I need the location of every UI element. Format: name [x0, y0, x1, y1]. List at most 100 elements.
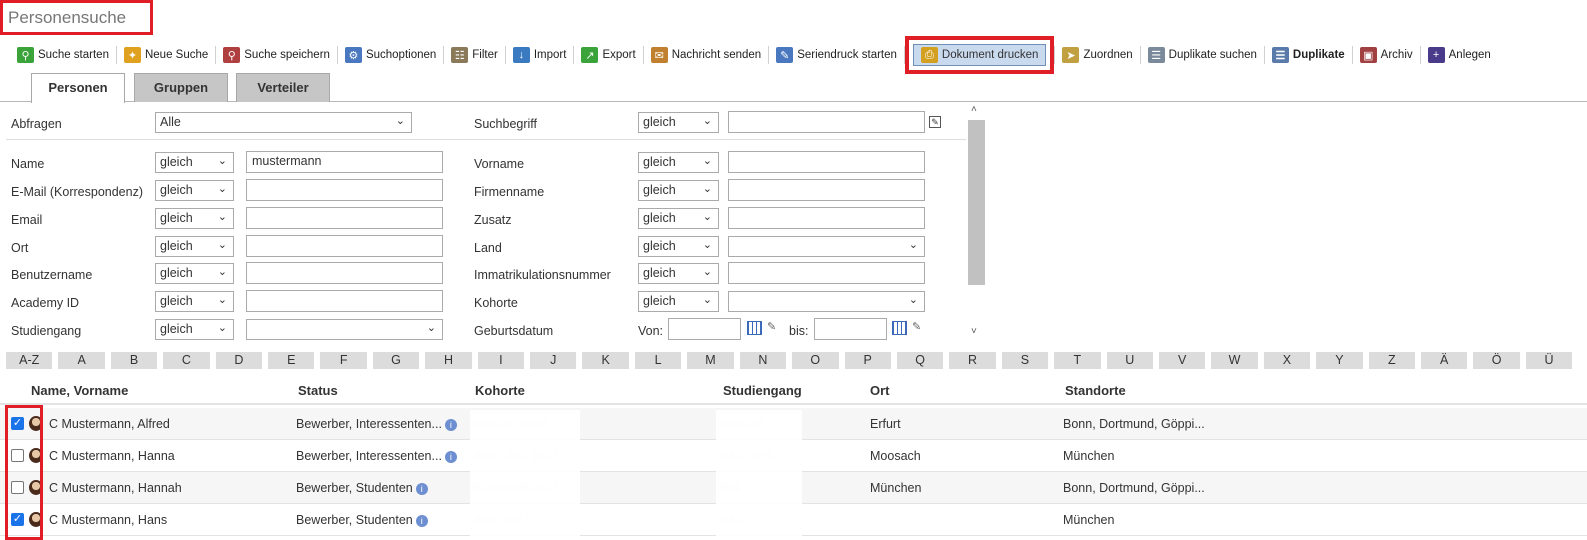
studiengang-operator-select[interactable]: gleich ⌄ [155, 319, 234, 340]
row-checkbox[interactable] [11, 449, 24, 462]
tab-verteiler[interactable]: Verteiler [236, 73, 330, 102]
alphabet-letter[interactable]: U [1106, 352, 1153, 369]
alphabet-letter[interactable]: Z [1368, 352, 1415, 369]
cell-name[interactable]: C Mustermann, Alfred [49, 417, 170, 431]
name-operator-select[interactable]: gleich ⌄ [155, 152, 234, 173]
geburtsdatum-to-input[interactable] [814, 318, 887, 340]
import-button[interactable]: ↓ Import [506, 44, 574, 66]
alphabet-letter[interactable]: H [425, 352, 472, 369]
abfragen-select[interactable]: Alle ⌄ [155, 112, 412, 133]
col-header-standorte[interactable]: Standorte [1065, 383, 1126, 398]
kohorte-operator-select[interactable]: gleich ⌄ [638, 291, 719, 312]
anlegen-button[interactable]: + Anlegen [1421, 44, 1498, 66]
ort-input[interactable] [246, 235, 443, 257]
alphabet-letter[interactable]: B [110, 352, 158, 369]
eraser-icon[interactable]: ✎ [912, 320, 921, 333]
benutzername-operator-select[interactable]: gleich ⌄ [155, 263, 234, 284]
kohorte-value-select[interactable]: ⌄ [728, 291, 925, 312]
suchbegriff-input[interactable] [728, 111, 925, 133]
immatrikulationsnummer-input[interactable] [728, 262, 925, 284]
alphabet-letter[interactable]: R [949, 352, 996, 369]
cell-name[interactable]: C Mustermann, Hanna [49, 449, 175, 463]
alphabet-letter[interactable]: N [739, 352, 787, 369]
zusatz-input[interactable] [728, 207, 925, 229]
geburtsdatum-from-input[interactable] [668, 318, 741, 340]
alphabet-letter[interactable]: L [634, 352, 682, 369]
suchoptionen-button[interactable]: ⚙ Suchoptionen [338, 44, 443, 66]
zusatz-operator-select[interactable]: gleich ⌄ [638, 208, 719, 229]
alphabet-letter[interactable]: A [58, 352, 105, 369]
duplikate-button[interactable]: ☰ Duplikate [1265, 44, 1352, 66]
e-mail-korrespondenz-input[interactable] [246, 179, 443, 201]
suche-starten-button[interactable]: ⚲ Suche starten [10, 44, 116, 66]
scroll-up-icon[interactable]: ˄ [971, 104, 977, 115]
email-operator-select[interactable]: gleich ⌄ [155, 208, 234, 229]
alphabet-letter[interactable]: Y [1316, 352, 1363, 369]
ort-operator-select[interactable]: gleich ⌄ [155, 236, 234, 257]
name-input[interactable]: mustermann [246, 151, 443, 173]
vorname-input[interactable] [728, 151, 925, 173]
firmenname-input[interactable] [728, 179, 925, 201]
alphabet-letter[interactable]: I [477, 352, 525, 369]
studiengang-value-select[interactable]: ⌄ [246, 319, 443, 340]
col-header-kohorte[interactable]: Kohorte [475, 383, 525, 398]
scroll-down-icon[interactable]: ˅ [971, 326, 977, 337]
info-icon[interactable]: i [444, 450, 457, 463]
alphabet-letter[interactable]: P [844, 352, 891, 369]
cell-name[interactable]: C Mustermann, Hans [49, 513, 167, 527]
neue-suche-button[interactable]: ✦ Neue Suche [117, 44, 215, 66]
row-checkbox[interactable] [11, 481, 24, 494]
alphabet-letter[interactable]: A-Z [6, 352, 53, 369]
alphabet-letter[interactable]: T [1054, 352, 1101, 369]
col-header-studiengang[interactable]: Studiengang [723, 383, 802, 398]
nachricht-senden-button[interactable]: ✉ Nachricht senden [644, 44, 769, 66]
alphabet-letter[interactable]: X [1263, 352, 1311, 369]
row-checkbox[interactable]: ✓ [11, 417, 24, 430]
export-button[interactable]: ↗ Export [574, 44, 642, 66]
academy-id-operator-select[interactable]: gleich ⌄ [155, 291, 234, 312]
col-header-status[interactable]: Status [298, 383, 338, 398]
alphabet-letter[interactable]: S [1001, 352, 1049, 369]
seriendruck-starten-button[interactable]: ✎ Seriendruck starten [769, 44, 904, 66]
calendar-icon[interactable] [892, 321, 907, 335]
eraser-icon[interactable]: ✎ [767, 320, 776, 333]
alphabet-letter[interactable]: K [582, 352, 629, 369]
col-header-ort[interactable]: Ort [870, 383, 890, 398]
alphabet-letter[interactable]: Ö [1473, 352, 1520, 369]
info-icon[interactable]: i [415, 482, 428, 495]
cell-name[interactable]: C Mustermann, Hannah [49, 481, 182, 495]
vorname-operator-select[interactable]: gleich ⌄ [638, 152, 719, 173]
alphabet-letter[interactable]: Ä [1420, 352, 1468, 369]
calendar-icon[interactable] [747, 321, 762, 335]
edit-search-term-icon[interactable]: ✎ [929, 116, 941, 128]
zuordnen-button[interactable]: ➤ Zuordnen [1055, 44, 1139, 66]
alphabet-letter[interactable]: V [1158, 352, 1206, 369]
alphabet-letter[interactable]: E [268, 352, 315, 369]
land-value-select[interactable]: ⌄ [728, 236, 925, 257]
academy-id-input[interactable] [246, 290, 443, 312]
alphabet-letter[interactable]: O [792, 352, 839, 369]
firmenname-operator-select[interactable]: gleich ⌄ [638, 180, 719, 201]
info-icon[interactable]: i [444, 418, 457, 431]
dokument-drucken-button[interactable]: ⎙ Dokument drucken [904, 36, 1055, 74]
immatrikulationsnummer-operator-select[interactable]: gleich ⌄ [638, 263, 719, 284]
land-operator-select[interactable]: gleich ⌄ [638, 236, 719, 257]
row-checkbox[interactable]: ✓ [11, 513, 24, 526]
filter-button[interactable]: ☷ Filter [444, 44, 505, 66]
col-header-name[interactable]: Name, Vorname [31, 383, 128, 398]
alphabet-letter[interactable]: G [372, 352, 420, 369]
archiv-button[interactable]: ▣ Archiv [1353, 44, 1420, 66]
email-input[interactable] [246, 207, 443, 229]
tab-gruppen[interactable]: Gruppen [134, 73, 228, 102]
tab-personen[interactable]: Personen [31, 73, 125, 103]
e-mail-korrespondenz-operator-select[interactable]: gleich ⌄ [155, 180, 234, 201]
alphabet-letter[interactable]: W [1211, 352, 1258, 369]
alphabet-letter[interactable]: M [687, 352, 734, 369]
alphabet-letter[interactable]: J [530, 352, 577, 369]
duplikate-suchen-button[interactable]: ☰ Duplikate suchen [1141, 44, 1264, 66]
info-icon[interactable]: i [415, 514, 428, 527]
scrollbar-thumb[interactable] [968, 120, 985, 285]
alphabet-letter[interactable]: F [320, 352, 367, 369]
benutzername-input[interactable] [246, 262, 443, 284]
suche-speichern-button[interactable]: ⚲ Suche speichern [216, 44, 337, 66]
